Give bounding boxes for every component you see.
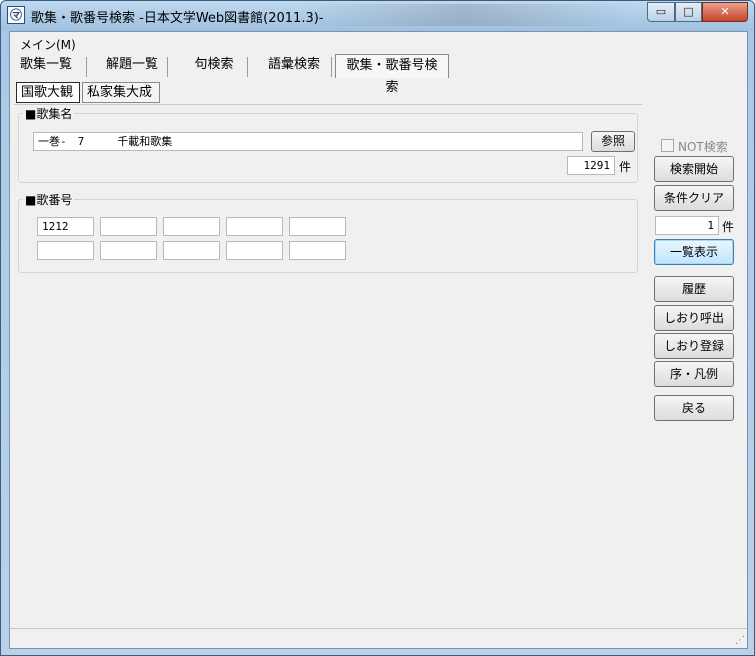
tab-collection-number-search[interactable]: 歌集・歌番号検索 (335, 54, 449, 95)
tab-phrase-search[interactable]: 句検索 (180, 54, 248, 78)
collection-name-group: ■歌集名 一巻- 7 千載和歌集 参照 1291 件 (18, 105, 638, 183)
collection-count-unit: 件 (619, 160, 632, 174)
not-search-checkbox[interactable] (661, 139, 674, 152)
resize-grip-icon[interactable]: ⋰ (735, 635, 745, 646)
search-content: ■歌集名 一巻- 7 千載和歌集 参照 1291 件 ■歌番号 1212 (14, 104, 642, 274)
result-count-unit: 件 (722, 220, 735, 234)
title-bar: ㋮ 歌集・歌番号検索 -日本文学Web図書館(2011.3)- ▭ □ ✕ (1, 1, 754, 31)
minimize-button[interactable]: ▭ (647, 2, 675, 22)
bookmark-call-button[interactable]: しおり呼出 (654, 305, 734, 331)
subtab-shikashu-taisei[interactable]: 私家集大成 (82, 82, 160, 103)
poem-number-field[interactable] (100, 217, 157, 236)
main-tabs: 歌集一覧 解題一覧 句検索 語彙検索 歌集・歌番号検索 (10, 54, 747, 95)
poem-number-field[interactable] (163, 217, 220, 236)
maximize-button[interactable]: □ (675, 2, 702, 22)
result-count-field: 1 (655, 216, 719, 235)
poem-number-field[interactable] (226, 217, 283, 236)
tab-separator (247, 57, 248, 77)
bookmark-register-button[interactable]: しおり登録 (654, 333, 734, 359)
poem-number-title: ■歌番号 (23, 191, 75, 208)
close-button[interactable]: ✕ (702, 2, 748, 22)
reference-button[interactable]: 参照 (591, 131, 635, 152)
poem-number-field[interactable] (289, 241, 346, 260)
client-area: メイン(M) 歌集一覧 解題一覧 句検索 語彙検索 歌集・歌番号検索 国歌大観 … (9, 31, 748, 649)
back-button[interactable]: 戻る (654, 395, 734, 421)
clear-conditions-button[interactable]: 条件クリア (654, 185, 734, 211)
menu-main[interactable]: メイン(M) (20, 36, 76, 53)
collection-count-field: 1291 (567, 156, 615, 175)
tab-vocabulary-search[interactable]: 語彙検索 (254, 54, 334, 78)
list-display-button[interactable]: 一覧表示 (654, 239, 734, 265)
tab-collection-list[interactable]: 歌集一覧 (12, 54, 80, 78)
tab-separator (86, 57, 87, 77)
history-button[interactable]: 履歴 (654, 276, 734, 302)
tab-separator (167, 57, 168, 77)
app-window: ㋮ 歌集・歌番号検索 -日本文学Web図書館(2011.3)- ▭ □ ✕ メイ… (0, 0, 755, 656)
poem-number-field[interactable] (289, 217, 346, 236)
subtab-kokka-taikan[interactable]: 国歌大観 (16, 82, 80, 103)
collection-name-title: ■歌集名 (23, 105, 75, 122)
tab-commentary-list[interactable]: 解題一覧 (94, 54, 170, 78)
app-icon: ㋮ (7, 6, 25, 24)
poem-number-field[interactable] (100, 241, 157, 260)
title-background-shadow (301, 4, 631, 26)
poem-number-group: ■歌番号 1212 (18, 191, 638, 273)
not-search-label: NOT検索 (678, 140, 728, 154)
window-title: 歌集・歌番号検索 -日本文学Web図書館(2011.3)- (31, 11, 324, 26)
poem-number-field[interactable] (163, 241, 220, 260)
status-bar: ⋰ (10, 628, 747, 648)
search-start-button[interactable]: 検索開始 (654, 156, 734, 182)
tab-separator (331, 57, 332, 77)
poem-number-field[interactable]: 1212 (37, 217, 94, 236)
preface-legend-button[interactable]: 序・凡例 (654, 361, 734, 387)
collection-name-field[interactable]: 一巻- 7 千載和歌集 (33, 132, 583, 151)
poem-number-field[interactable] (226, 241, 283, 260)
poem-number-field[interactable] (37, 241, 94, 260)
menu-bar: メイン(M) (10, 32, 747, 52)
